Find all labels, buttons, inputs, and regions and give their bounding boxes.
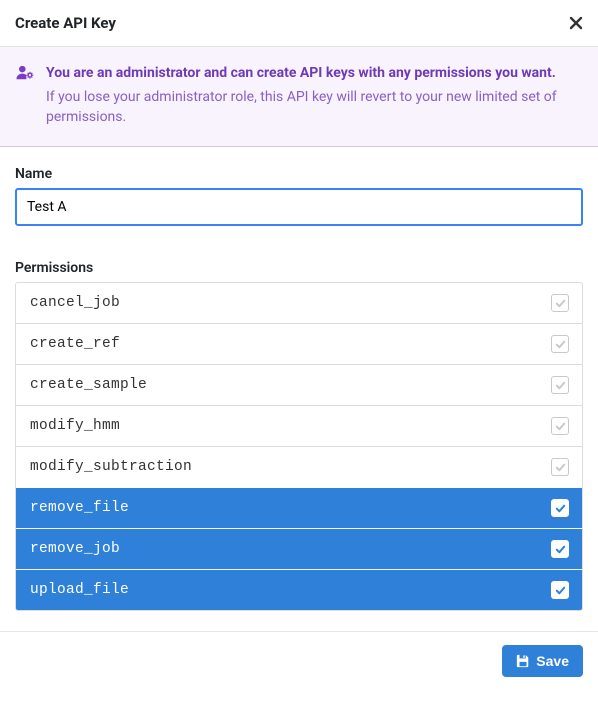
permissions-list: cancel_job create_ref create_sample modify_… — [15, 282, 583, 611]
alert-text: You are an administrator and can create … — [46, 64, 582, 127]
dialog-body: Name Permissions cancel_job create_refcre… — [0, 147, 598, 631]
save-icon — [516, 654, 530, 668]
user-cog-icon — [16, 65, 34, 84]
checkbox-unchecked-icon[interactable] — [551, 376, 569, 394]
permission-row-remove_job[interactable]: remove_job — [16, 528, 582, 569]
permission-row-modify_subtraction[interactable]: modify_subtraction — [16, 446, 582, 487]
checkbox-unchecked-icon[interactable] — [551, 458, 569, 476]
alert-sub: If you lose your administrator role, thi… — [46, 87, 582, 128]
dialog-footer: Save — [0, 631, 598, 690]
permission-name: upload_file — [30, 582, 129, 598]
permission-name: remove_file — [30, 500, 129, 516]
checkbox-unchecked-icon[interactable] — [551, 417, 569, 435]
close-icon[interactable] — [569, 16, 583, 30]
checkbox-checked-icon[interactable] — [551, 540, 569, 558]
permission-row-remove_file[interactable]: remove_file — [16, 487, 582, 528]
permission-row-create_sample[interactable]: create_sample — [16, 364, 582, 405]
name-label: Name — [15, 166, 583, 182]
permission-name: create_sample — [30, 377, 147, 393]
checkbox-unchecked-icon[interactable] — [551, 294, 569, 312]
permission-name: modify_subtraction — [30, 459, 192, 475]
checkbox-unchecked-icon[interactable] — [551, 335, 569, 353]
permission-row-modify_hmm[interactable]: modify_hmm — [16, 405, 582, 446]
save-button[interactable]: Save — [502, 645, 583, 677]
permission-row-upload_file[interactable]: upload_file — [16, 569, 582, 610]
permissions-label: Permissions — [15, 260, 583, 276]
checkbox-checked-icon[interactable] — [551, 499, 569, 517]
permission-row-create_ref[interactable]: create_ref — [16, 323, 582, 364]
permission-row-cancel_job[interactable]: cancel_job — [16, 283, 582, 323]
dialog-header: Create API Key — [0, 0, 598, 46]
permission-name: cancel_job — [30, 295, 120, 311]
save-button-label: Save — [536, 653, 569, 669]
checkbox-checked-icon[interactable] — [551, 581, 569, 599]
permission-name: create_ref — [30, 336, 120, 352]
permission-name: modify_hmm — [30, 418, 120, 434]
name-input[interactable] — [15, 188, 583, 226]
permission-name: remove_job — [30, 541, 120, 557]
admin-alert: You are an administrator and can create … — [0, 47, 598, 147]
alert-strong: You are an administrator and can create … — [46, 64, 582, 83]
dialog-title: Create API Key — [15, 14, 116, 32]
